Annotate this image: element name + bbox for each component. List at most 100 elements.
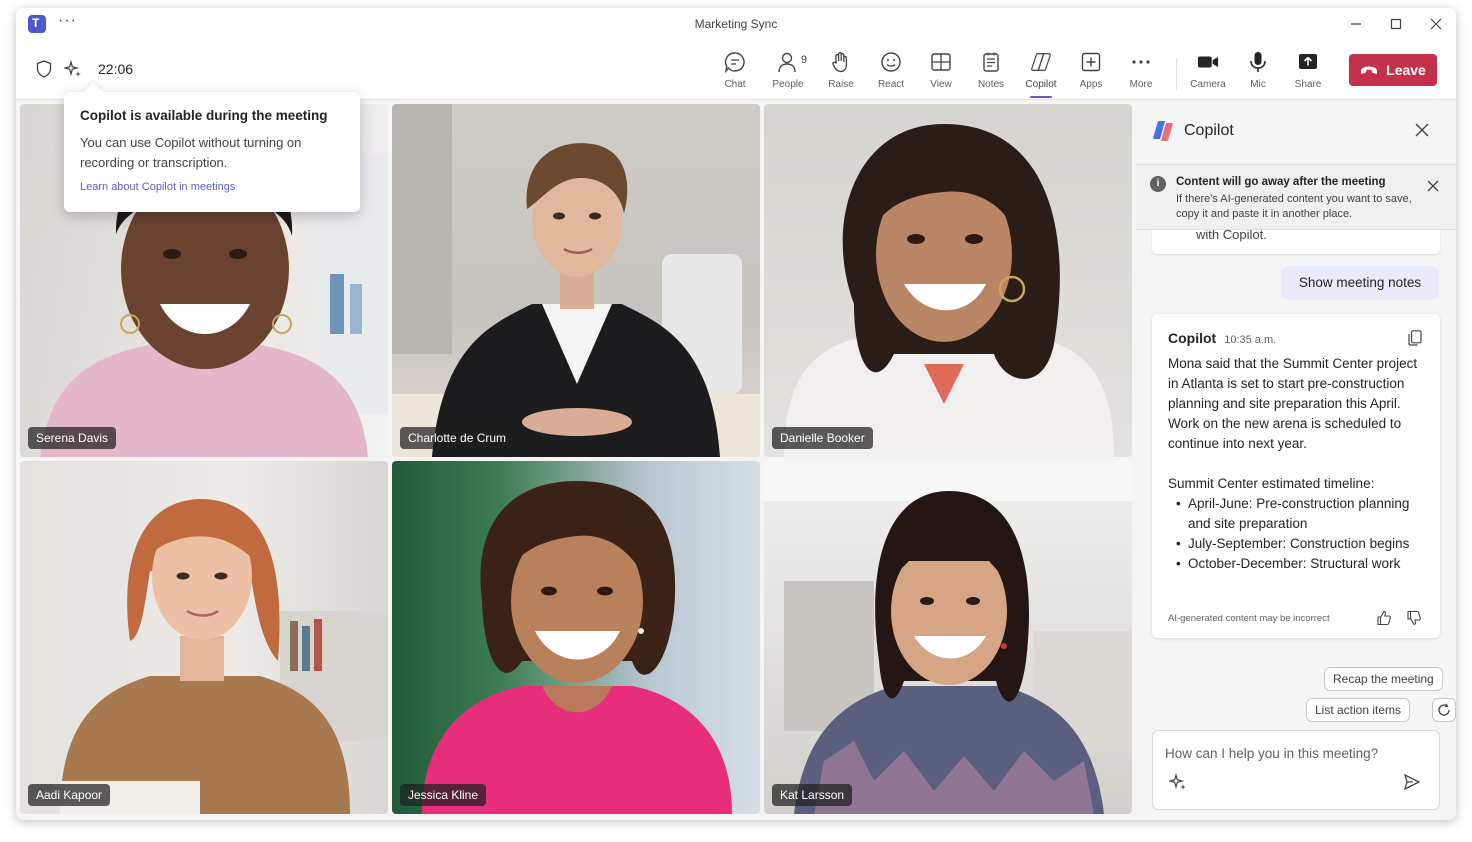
send-icon[interactable] [1403,773,1421,791]
copilot-button[interactable]: Copilot [1018,50,1064,98]
raise-hand-icon [832,52,848,73]
copy-icon [1408,330,1422,346]
mic-button[interactable]: Mic [1235,50,1281,96]
copilot-header: Copilot [1152,120,1234,142]
message-header: Copilot 10:35 a.m. [1168,330,1424,346]
notes-icon [983,52,999,72]
close-copilot-button[interactable] [1414,122,1434,142]
maximize-button[interactable] [1376,8,1416,40]
message-summary: Mona said that the Summit Center project… [1168,356,1418,451]
close-window-button[interactable] [1416,8,1456,40]
participant-video [60,499,388,814]
message-time: 10:35 a.m. [1224,334,1277,346]
title-bar: ··· Marketing Sync [16,8,1456,40]
shield-icon[interactable] [36,60,52,78]
notes-label: Notes [977,79,1005,90]
smile-icon [881,52,901,72]
minimize-button[interactable] [1336,8,1376,40]
chat-icon [724,52,745,73]
chat-button[interactable]: Chat [712,50,758,96]
learn-copilot-link[interactable]: Learn about Copilot in meetings [80,181,344,193]
grid-view-icon [931,53,951,71]
share-label: Share [1294,79,1322,90]
participant-tile[interactable]: Aadi Kapoor [20,461,388,814]
refresh-icon [1438,703,1450,716]
recap-meeting-chip[interactable]: Recap the meeting [1324,667,1443,691]
list-action-items-chip[interactable]: List action items [1306,698,1411,722]
camera-icon [1197,56,1219,68]
show-meeting-notes-button[interactable]: Show meeting notes [1281,266,1439,300]
list-item: October-December: Structural work [1176,554,1424,574]
participant-name: Aadi Kapoor [28,784,111,806]
dismiss-notice-button[interactable] [1426,179,1440,193]
participant-tile[interactable]: Danielle Booker [764,104,1132,457]
close-icon [1427,180,1439,192]
participant-video [392,104,760,457]
participant-video [422,481,732,814]
hang-up-icon [1361,66,1378,74]
refresh-suggestions-button[interactable] [1432,698,1456,722]
meeting-info: 22:06 [36,60,133,78]
timeline-title: Summit Center estimated timeline: [1168,476,1375,491]
thumbs-up-icon[interactable] [1376,610,1392,626]
react-label: React [877,79,905,90]
message-sender: Copilot [1168,330,1217,346]
feedback-controls [1376,610,1422,626]
copilot-logo-icon [1153,121,1173,141]
raise-label: Raise [828,79,854,90]
notice-title: Content will go away after the meeting [1176,176,1386,188]
close-icon [1430,18,1442,30]
share-screen-icon [1299,54,1317,69]
more-button[interactable]: More [1118,50,1164,96]
minimize-icon [1351,23,1361,25]
notice-body: If there's AI-generated content you want… [1176,193,1412,220]
list-item: April-June: Pre-construction planning an… [1176,494,1424,534]
copilot-prompt-input[interactable] [1165,741,1427,765]
react-button[interactable]: React [868,50,914,96]
participant-tile[interactable]: Jessica Kline [392,461,760,814]
meeting-toolbar: 22:06 Chat 9 People Raise React View Not… [16,40,1456,100]
camera-button[interactable]: Camera [1185,50,1231,96]
view-label: View [930,79,952,90]
prompt-sparkle-icon[interactable] [1169,773,1187,791]
leave-label: Leave [1386,62,1426,78]
people-button[interactable]: 9 People [765,50,811,96]
participant-name: Kat Larsson [772,784,853,806]
participant-tile[interactable]: Kat Larsson [764,461,1132,814]
more-label: More [1129,79,1153,90]
thumbs-down-icon[interactable] [1406,610,1422,626]
participant-video [764,461,1132,814]
tooltip-body: You can use Copilot without turning on r… [80,135,302,170]
share-button[interactable]: Share [1285,50,1331,96]
toolbar-divider [1176,58,1177,90]
copilot-icon [1031,53,1051,71]
copilot-composer [1152,730,1440,810]
camera-label: Camera [1190,79,1226,90]
window-title: Marketing Sync [694,17,778,31]
copilot-panel: Copilot with Copilot. i Content will go … [1136,100,1456,820]
view-button[interactable]: View [918,50,964,96]
ai-disclaimer: AI-generated content may be incorrect [1168,613,1330,624]
participant-name: Serena Davis [28,427,117,449]
info-icon: i [1150,176,1166,192]
apps-button[interactable]: Apps [1068,50,1114,96]
chat-label: Chat [724,79,746,90]
meeting-timer: 22:06 [98,61,134,77]
copilot-availability-tooltip: Copilot is available during the meeting … [64,92,360,212]
participant-tile[interactable]: Charlotte de Crum [392,104,760,457]
list-item: July-September: Construction begins [1176,534,1424,554]
raise-hand-button[interactable]: Raise [818,50,864,96]
microphone-icon [1250,52,1266,72]
copilot-panel-title: Copilot [1184,122,1234,139]
participant-name: Danielle Booker [772,427,873,449]
notes-button[interactable]: Notes [968,50,1014,96]
tooltip-title: Copilot is available during the meeting [80,108,328,123]
participant-name: Jessica Kline [400,784,487,806]
content-expiry-notice: i Content will go away after the meeting… [1136,164,1456,230]
copy-button[interactable] [1408,330,1422,346]
people-count: 9 [800,54,807,66]
sparkle-icon[interactable] [64,60,82,78]
leave-button[interactable]: Leave [1349,54,1437,86]
people-label: People [772,79,804,90]
timeline-list: April-June: Pre-construction planning an… [1168,494,1424,574]
